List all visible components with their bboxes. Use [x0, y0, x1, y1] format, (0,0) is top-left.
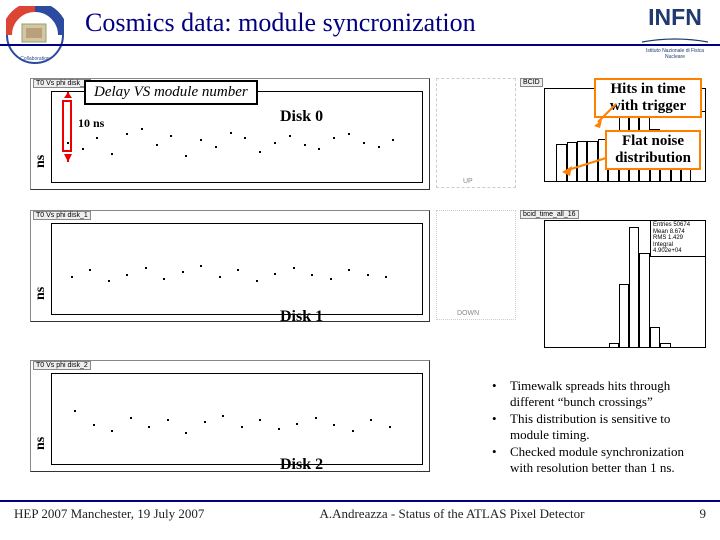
infn-subtitle: Istituto Nazionale di Fisica Nucleare	[640, 49, 710, 60]
disk-1-label: Disk 1	[280, 308, 323, 326]
bullet-2: This distribution is sensitive to module…	[510, 411, 710, 442]
scale-annotation: 10 ns	[78, 116, 104, 131]
arrow-noise	[560, 154, 610, 178]
disk-0-label: Disk 0	[280, 108, 323, 126]
chart-disk-2: T0 Vs phi disk_2	[30, 360, 430, 472]
legacy-plot-0: UP	[436, 78, 516, 188]
chart-inner-2	[51, 373, 423, 465]
title-rule	[0, 44, 720, 46]
footer-rule	[0, 500, 720, 502]
infn-text: INFN	[640, 4, 710, 31]
bcid-title-1: bcid_time_all_16	[520, 210, 579, 219]
chart-disk-1: T0 Vs phi disk_1	[30, 210, 430, 322]
footer: HEP 2007 Manchester, 19 July 2007 A.Andr…	[0, 506, 720, 522]
bcid-stats-1: Entries 50674 Mean 8.674 RMS 1.429 Integ…	[650, 220, 706, 257]
arrow-hits	[592, 100, 622, 130]
infn-logo: INFN Istituto Nazionale di Fisica Nuclea…	[640, 4, 710, 54]
bcid-plot-bottom: bcid_time_all_16 Entries 50674 Mean 8.67…	[520, 210, 710, 360]
scale-arrows	[60, 92, 76, 162]
chart-inner-1	[51, 223, 423, 315]
legacy-plot-1: DOWN	[436, 210, 516, 320]
atlas-pixel-logo: Collaboration	[6, 6, 64, 64]
bullet-list: Timewalk spreads hits through different …	[480, 378, 710, 478]
yaxis-label-1: ns	[33, 287, 49, 300]
disk-2-label: Disk 2	[280, 456, 323, 474]
bcid-title-0: BCID	[520, 78, 543, 87]
plot-title-0: T0 Vs phi disk_0	[33, 79, 91, 88]
footer-left: HEP 2007 Manchester, 19 July 2007	[14, 506, 204, 522]
yaxis-label-0: ns	[33, 155, 49, 168]
plot-title-2: T0 Vs phi disk_2	[33, 361, 91, 370]
bullet-3: Checked module synchronization with reso…	[510, 444, 710, 475]
page-title: Cosmics data: module syncronization	[85, 8, 476, 38]
highlight-noise: Flat noise distribution	[605, 130, 701, 170]
footer-center: A.Andreazza - Status of the ATLAS Pixel …	[319, 506, 584, 522]
svg-text:Collaboration: Collaboration	[20, 56, 50, 62]
yaxis-label-2: ns	[33, 437, 49, 450]
callout-delay-vs-module: Delay VS module number	[84, 80, 258, 105]
plot-title-1: T0 Vs phi disk_1	[33, 211, 91, 220]
footer-page-number: 9	[699, 506, 706, 522]
bullet-1: Timewalk spreads hits through different …	[510, 378, 710, 409]
